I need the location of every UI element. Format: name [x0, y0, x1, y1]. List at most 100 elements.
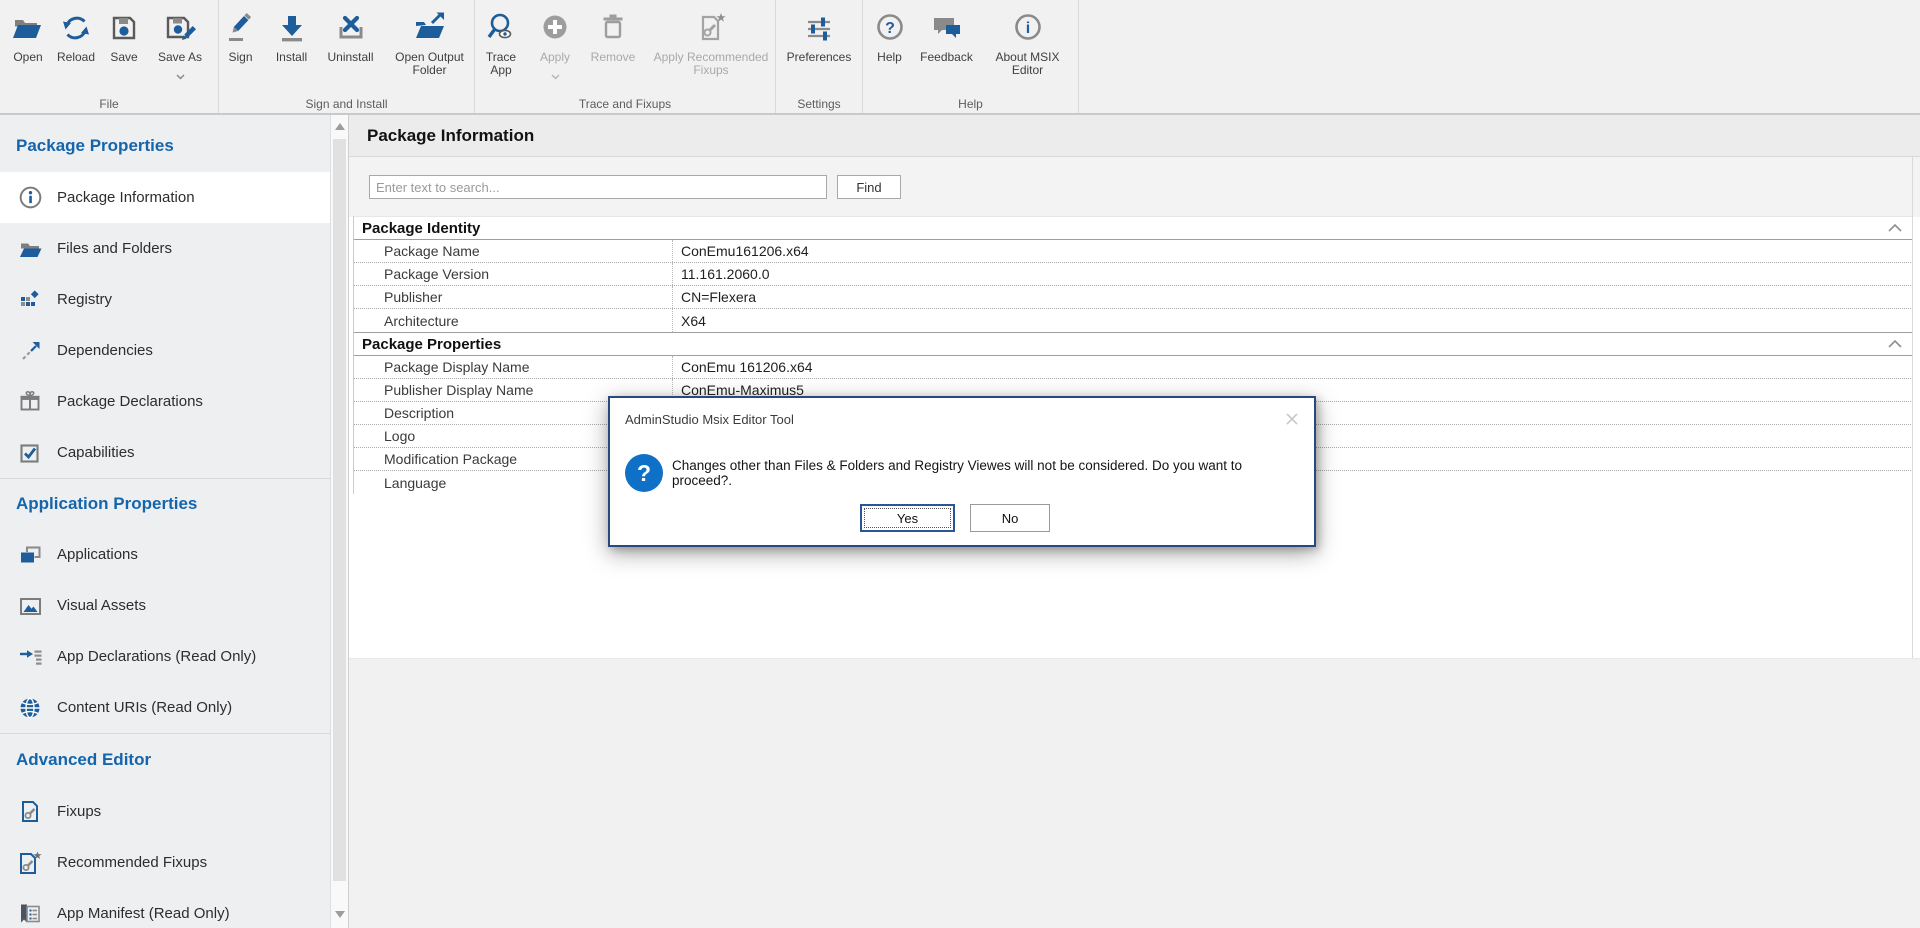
table-row: Architecture X64 — [354, 309, 1913, 332]
scroll-down-icon[interactable] — [335, 911, 345, 918]
trash-icon — [597, 5, 629, 51]
folder-icon — [16, 236, 44, 262]
save-button[interactable]: Save — [102, 5, 146, 73]
save-icon — [108, 5, 140, 51]
open-output-folder-button[interactable]: Open Output Folder — [384, 5, 476, 77]
about-msix-editor-button[interactable]: i About MSIX Editor — [981, 5, 1075, 77]
search-input[interactable] — [369, 175, 827, 199]
yes-button[interactable]: Yes — [860, 504, 955, 532]
sidebar-item-fixups[interactable]: Fixups — [0, 786, 330, 837]
help-button[interactable]: ? Help — [867, 5, 913, 77]
collapse-chevron-icon[interactable] — [1887, 223, 1903, 233]
reload-button[interactable]: Reload — [52, 5, 100, 73]
dialog-title-bar: AdminStudio Msix Editor Tool — [610, 398, 1314, 432]
ribbon-toolbar: Open Reload Save Save As — [0, 0, 1920, 115]
ribbon-group-sign-install: Sign Install Uninstall Open Output Folde… — [219, 0, 475, 113]
sign-button[interactable]: Sign — [218, 5, 264, 77]
sidebar-item-visual-assets[interactable]: Visual Assets — [0, 580, 330, 631]
chevron-down-icon — [176, 67, 185, 73]
ribbon-group-help: ? Help Feedback i About MSIX Editor Help — [863, 0, 1079, 113]
sidebar-item-app-manifest[interactable]: App Manifest (Read Only) — [0, 888, 330, 928]
sliders-icon — [803, 5, 835, 51]
feedback-button[interactable]: Feedback — [915, 5, 979, 77]
sidebar-item-content-uris[interactable]: Content URIs (Read Only) — [0, 682, 330, 733]
registry-icon — [16, 287, 44, 313]
content-right-gutter — [1912, 156, 1913, 658]
uninstall-x-icon — [335, 5, 367, 51]
uninstall-button[interactable]: Uninstall — [320, 5, 382, 77]
sidebar-item-capabilities[interactable]: Capabilities — [0, 427, 330, 478]
save-as-icon — [163, 5, 197, 51]
ribbon-spacer — [1079, 0, 1920, 113]
open-button[interactable]: Open — [6, 5, 50, 73]
install-button[interactable]: Install — [266, 5, 318, 77]
manifest-list-icon — [16, 901, 44, 927]
sidebar-section-application-properties: Application Properties — [0, 479, 330, 529]
table-row: Package Display Name ConEmu 161206.x64 — [354, 356, 1913, 379]
sidebar-scrollbar[interactable] — [330, 115, 348, 928]
sidebar-item-package-information[interactable]: Package Information — [0, 172, 330, 223]
ribbon-group-trace-fixups: Trace App Apply Remove — [475, 0, 776, 113]
content-footer-area — [349, 658, 1920, 928]
sidebar-item-recommended-fixups[interactable]: Recommended Fixups — [0, 837, 330, 888]
reload-icon — [60, 5, 92, 51]
sidebar-section-advanced-editor: Advanced Editor — [0, 734, 330, 786]
close-icon[interactable] — [1282, 409, 1302, 429]
open-folder-icon — [11, 5, 45, 51]
arrow-list-icon — [16, 644, 44, 670]
no-button[interactable]: No — [970, 504, 1050, 532]
sidebar-section-package-properties: Package Properties — [0, 115, 330, 172]
gift-box-icon — [16, 389, 44, 415]
windows-icon — [16, 542, 44, 568]
table-row: Publisher CN=Flexera — [354, 286, 1913, 309]
preferences-button[interactable]: Preferences — [779, 5, 859, 64]
info-circle-icon: i — [1012, 5, 1044, 51]
document-wrench-icon — [16, 799, 44, 825]
table-row: Package Version 11.161.2060.0 — [354, 263, 1913, 286]
document-wrench-star-icon — [694, 5, 728, 51]
section-header-package-properties: Package Properties — [354, 332, 1913, 356]
sidebar-item-app-declarations[interactable]: App Declarations (Read Only) — [0, 631, 330, 682]
apply-plus-icon — [539, 5, 571, 51]
ribbon-group-label-sign-install: Sign and Install — [219, 97, 474, 111]
svg-text:?: ? — [885, 20, 895, 37]
document-wrench-star-icon — [16, 850, 44, 876]
open-output-folder-icon — [413, 5, 447, 51]
dialog-body: ? Changes other than Files & Folders and… — [625, 454, 1298, 492]
image-icon — [16, 593, 44, 619]
trace-app-icon — [485, 5, 517, 51]
ribbon-group-label-trace-fixups: Trace and Fixups — [475, 97, 775, 111]
scroll-up-icon[interactable] — [335, 123, 345, 130]
scrollbar-thumb[interactable] — [333, 139, 346, 881]
confirmation-dialog: AdminStudio Msix Editor Tool ? Changes o… — [608, 396, 1316, 547]
sidebar-navigation: Package Properties Package Information F… — [0, 115, 330, 928]
checkbox-check-icon — [16, 440, 44, 466]
sidebar-item-package-declarations[interactable]: Package Declarations — [0, 376, 330, 427]
ribbon-group-label-settings: Settings — [776, 97, 862, 111]
ribbon-group-settings: Preferences Settings — [776, 0, 863, 113]
find-button[interactable]: Find — [837, 175, 901, 199]
question-icon: ? — [625, 454, 663, 492]
ribbon-group-label-file: File — [0, 97, 218, 111]
chevron-down-icon — [551, 67, 560, 73]
feedback-bubbles-icon — [930, 5, 964, 51]
search-bar: Find — [349, 157, 1920, 217]
info-icon — [16, 185, 44, 211]
apply-recommended-fixups-button: Apply Recommended Fixups — [646, 5, 776, 77]
trace-app-button[interactable]: Trace App — [474, 5, 528, 77]
sidebar-item-applications[interactable]: Applications — [0, 529, 330, 580]
dependencies-icon — [16, 338, 44, 364]
dialog-title: AdminStudio Msix Editor Tool — [625, 412, 794, 427]
sidebar-item-dependencies[interactable]: Dependencies — [0, 325, 330, 376]
collapse-chevron-icon[interactable] — [1887, 339, 1903, 349]
table-row: Package Name ConEmu161206.x64 — [354, 240, 1913, 263]
sidebar-item-files-and-folders[interactable]: Files and Folders — [0, 223, 330, 274]
ribbon-group-label-help: Help — [863, 97, 1078, 111]
help-question-icon: ? — [874, 5, 906, 51]
ribbon-group-file: Open Reload Save Save As — [0, 0, 219, 113]
remove-button: Remove — [582, 5, 644, 77]
install-arrow-icon — [276, 5, 308, 51]
save-as-button[interactable]: Save As — [148, 5, 212, 73]
sidebar-item-registry[interactable]: Registry — [0, 274, 330, 325]
svg-text:i: i — [1025, 20, 1029, 37]
